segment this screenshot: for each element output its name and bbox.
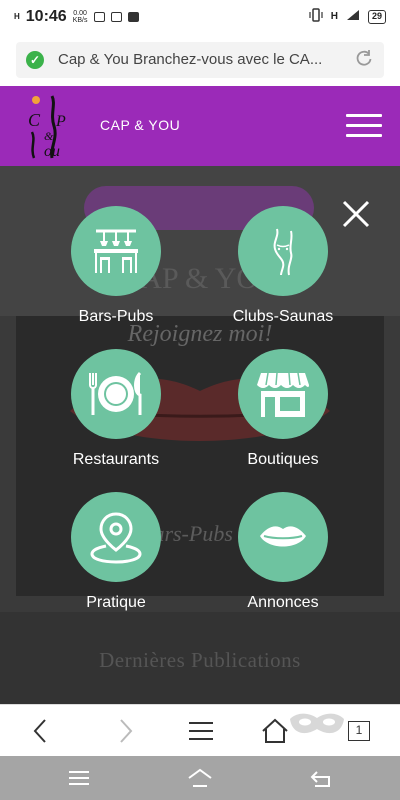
site-title[interactable]: CAP & YOU: [100, 117, 180, 133]
system-menu-button[interactable]: [66, 766, 92, 790]
lips-icon[interactable]: [238, 492, 328, 582]
home-icon: [188, 768, 212, 787]
vibrate-icon: [309, 8, 323, 25]
menu-line-icon: [346, 114, 382, 117]
menu-item-label[interactable]: Restaurants: [31, 451, 201, 469]
menu-item-boutiques[interactable]: Boutiques: [198, 349, 368, 469]
svg-text:C: C: [28, 110, 41, 130]
menu-line-icon: [346, 124, 382, 127]
network-speed-value: 0.00: [73, 10, 87, 17]
status-right: H 29: [309, 8, 386, 25]
address-text[interactable]: Cap & You Branchez-vous avec le CA...: [58, 51, 338, 68]
system-back-button[interactable]: [309, 766, 335, 790]
signal-icon: [346, 9, 360, 24]
tab-count-button[interactable]: 1: [348, 721, 370, 741]
incognito-mask-icon[interactable]: [288, 707, 346, 746]
background-latest-heading: Dernières Publications: [99, 648, 301, 672]
photo-notification-icon: [93, 12, 105, 22]
system-home-button[interactable]: [187, 766, 213, 790]
body-icon[interactable]: [238, 206, 328, 296]
battery-level: 29: [367, 9, 386, 24]
browser-url-bar: ✓ Cap & You Branchez-vous avec le CA...: [0, 34, 400, 86]
browser-bottom-toolbar: 1: [0, 704, 400, 756]
menu-item-pratique[interactable]: Pratique: [31, 492, 201, 612]
menu-item-label[interactable]: Boutiques: [198, 451, 368, 469]
menu-line-icon: [346, 134, 382, 137]
back-button[interactable]: [26, 717, 56, 745]
menu-item-restaurants[interactable]: Restaurants: [31, 349, 201, 469]
status-time: 10:46: [25, 8, 67, 25]
svg-text:P: P: [55, 113, 66, 130]
mail-notification-icon: [110, 12, 122, 22]
chevron-left-icon: [33, 719, 46, 743]
home-button[interactable]: [260, 717, 290, 745]
menu-item-annonces[interactable]: Annonces: [198, 492, 368, 612]
video-notification-icon: [127, 12, 139, 22]
site-header: C P & ou CAP & YOU: [0, 86, 400, 166]
menu-icon: [69, 771, 89, 785]
address-field[interactable]: ✓ Cap & You Branchez-vous avec le CA...: [16, 42, 384, 78]
forward-button[interactable]: [110, 717, 140, 745]
menu-item-label[interactable]: Bars-Pubs: [31, 308, 201, 326]
menu-item-clubs-saunas[interactable]: Clubs-Saunas: [198, 206, 368, 326]
back-arrow-icon: [310, 771, 330, 787]
status-bar: H 10:46 0.00 KB/s H 29: [0, 0, 400, 34]
chevron-right-icon: [120, 719, 133, 743]
secure-shield-icon: ✓: [26, 51, 44, 69]
menu-item-label[interactable]: Pratique: [31, 594, 201, 612]
menu-toggle-button[interactable]: [346, 114, 382, 138]
network-indicator: H: [14, 12, 20, 21]
network-speed-unit: KB/s: [72, 17, 88, 24]
restaurant-icon[interactable]: [71, 349, 161, 439]
shop-icon[interactable]: [238, 349, 328, 439]
network-type-right: H: [330, 11, 338, 22]
home-icon: [262, 718, 288, 743]
site-logo[interactable]: C P & ou: [22, 92, 80, 160]
menu-item-label[interactable]: Clubs-Saunas: [198, 308, 368, 326]
browser-menu-button[interactable]: [186, 717, 216, 745]
status-left: H 10:46 0.00 KB/s: [14, 8, 139, 26]
menu-icon: [189, 722, 213, 740]
reload-icon[interactable]: [354, 48, 374, 74]
page: H 10:46 0.00 KB/s H 29 ✓ Cap & You Branc…: [0, 0, 400, 800]
menu-item-label[interactable]: Annonces: [198, 594, 368, 612]
menu-item-bars-pubs[interactable]: Bars-Pubs: [31, 206, 201, 326]
network-speed: 0.00 KB/s: [73, 10, 88, 24]
location-icon[interactable]: [71, 492, 161, 582]
svg-text:ou: ou: [44, 143, 60, 160]
svg-text:&: &: [44, 129, 54, 143]
system-navigation-bar: [0, 756, 400, 800]
bar-icon[interactable]: [71, 206, 161, 296]
